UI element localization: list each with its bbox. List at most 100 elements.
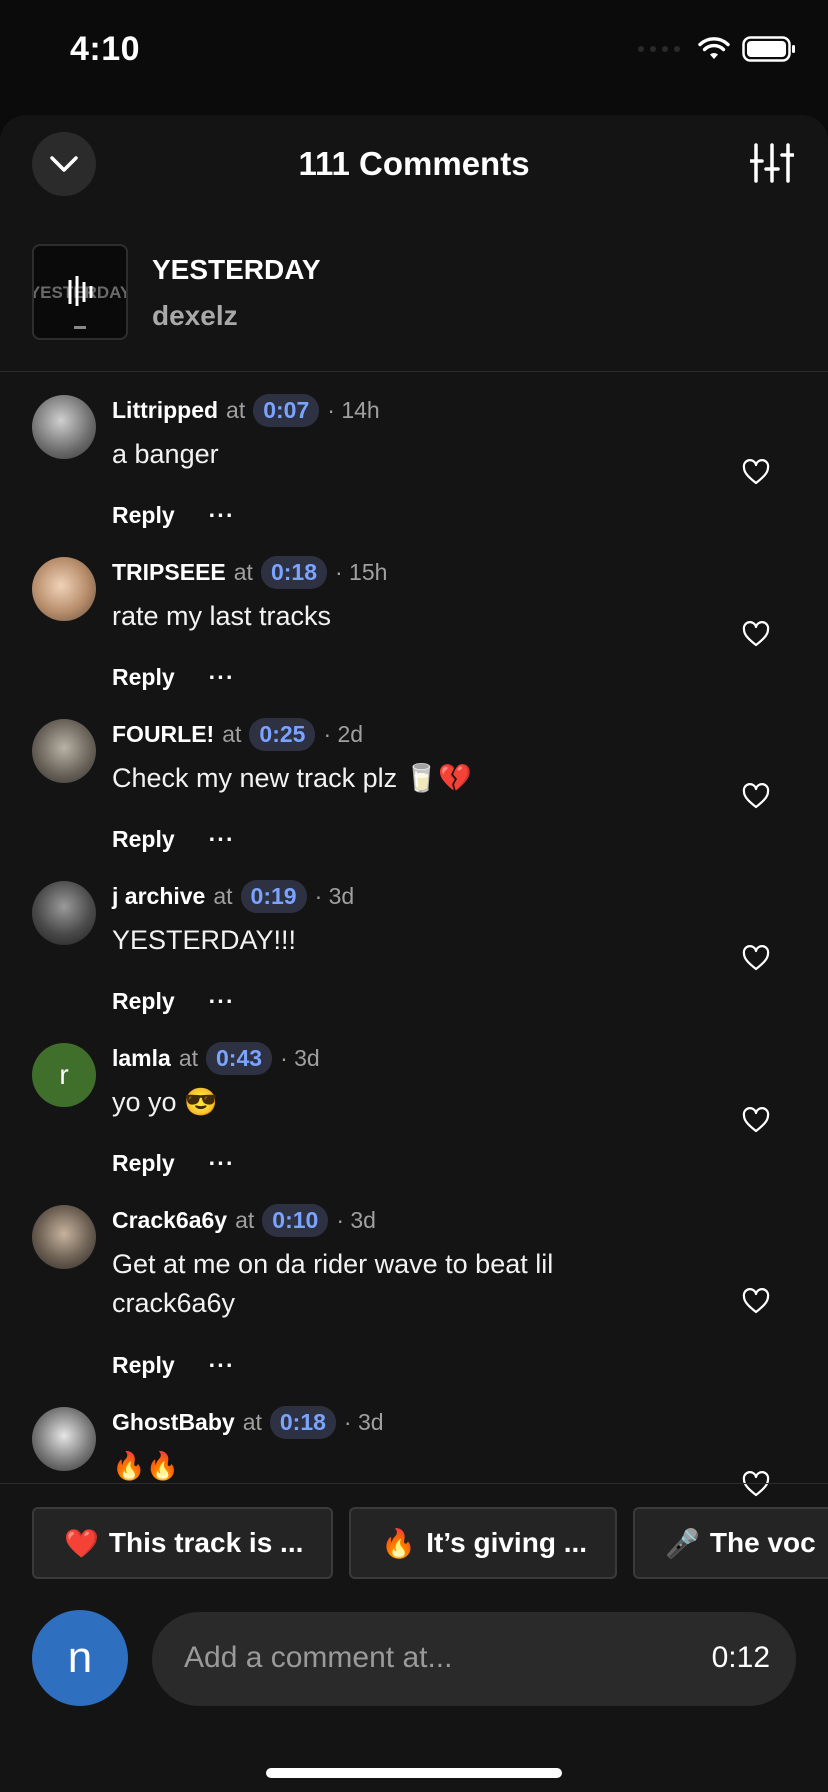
comment-composer: n Add a comment at... 0:12	[0, 1610, 828, 1710]
comment-age: · 3d	[280, 1045, 320, 1071]
comment-meta: TRIPSEEE at 0:18 · 15h	[112, 556, 387, 589]
comment-at-label: at	[242, 1409, 262, 1435]
comment-timestamp-chip[interactable]: 0:18	[260, 556, 327, 589]
like-heart-icon[interactable]	[742, 459, 770, 485]
comment-username[interactable]: GhostBaby	[112, 1409, 235, 1436]
chip-label: The voc	[709, 1527, 816, 1558]
user-avatar[interactable]	[32, 881, 96, 945]
comment-meta: GhostBaby at 0:18 · 3d	[112, 1406, 384, 1439]
comment-at-label: at	[226, 397, 246, 423]
comment-username[interactable]: j archive	[112, 883, 205, 910]
more-options-button[interactable]: ···	[209, 988, 235, 1015]
comment-meta: FOURLE! at 0:25 · 2d	[112, 718, 363, 751]
more-options-button[interactable]: ···	[209, 502, 235, 529]
track-title: YESTERDAY	[152, 254, 321, 285]
comment-text: YESTERDAY!!!	[112, 925, 297, 955]
comment-item: TRIPSEEE at 0:18 · 15h rate my last trac…	[0, 553, 828, 703]
user-avatar[interactable]: r	[32, 1043, 96, 1107]
comment-actions: Reply ···	[112, 664, 235, 691]
comment-at-label: at	[222, 721, 242, 747]
like-heart-icon[interactable]	[742, 621, 770, 647]
reply-button[interactable]: Reply	[112, 664, 175, 691]
comment-timestamp-chip[interactable]: 0:07	[253, 394, 320, 427]
home-indicator	[266, 1768, 562, 1778]
suggestion-chip[interactable]: 🎤 The voc	[633, 1507, 828, 1579]
comment-text: 🔥🔥	[112, 1451, 180, 1481]
sliders-icon	[748, 143, 796, 183]
heart-emoji-icon: ❤️	[64, 1527, 99, 1559]
more-options-button[interactable]: ···	[209, 826, 235, 853]
microphone-emoji-icon: 🎤	[665, 1527, 700, 1559]
track-art-text: YESTERDAY	[34, 283, 126, 302]
chip-label: This track is ...	[108, 1527, 304, 1558]
comment-item: Crack6a6y at 0:10 · 3d Get at me on da r…	[0, 1201, 828, 1391]
status-bar: 4:10	[0, 0, 828, 110]
comment-input-timestamp: 0:12	[711, 1641, 770, 1674]
comment-text: a banger	[112, 439, 219, 469]
track-artist[interactable]: dexelz	[152, 300, 238, 332]
like-heart-icon[interactable]	[742, 1107, 770, 1133]
comment-actions: Reply ···	[112, 502, 235, 529]
user-avatar[interactable]	[32, 1205, 96, 1269]
comment-username[interactable]: lamla	[112, 1045, 171, 1072]
reply-button[interactable]: Reply	[112, 1352, 175, 1379]
track-info[interactable]: YESTERDAY YESTERDAY dexelz	[32, 244, 792, 340]
comment-timestamp-chip[interactable]: 0:43	[206, 1042, 273, 1075]
user-avatar[interactable]	[32, 719, 96, 783]
comment-item: j archive at 0:19 · 3d YESTERDAY!!! Repl…	[0, 877, 828, 1027]
comment-username[interactable]: Crack6a6y	[112, 1207, 227, 1234]
comments-list[interactable]: Littripped at 0:07 · 14h a banger Reply …	[0, 371, 828, 1597]
comment-meta: j archive at 0:19 · 3d	[112, 880, 354, 913]
comment-actions: Reply ···	[112, 1150, 235, 1177]
like-heart-icon[interactable]	[742, 945, 770, 971]
user-avatar[interactable]	[32, 1407, 96, 1471]
comment-text: rate my last tracks	[112, 601, 332, 631]
comment-at-label: at	[233, 559, 253, 585]
comment-age: · 14h	[327, 397, 380, 423]
comment-age: · 2d	[323, 721, 364, 747]
reply-button[interactable]: Reply	[112, 988, 175, 1015]
comment-timestamp-chip[interactable]: 0:18	[269, 1406, 336, 1439]
comments-count-title: 111 Comments	[298, 145, 530, 182]
comment-text: yo yo 😎	[112, 1087, 218, 1117]
comment-input[interactable]: Add a comment at... 0:12	[152, 1612, 796, 1706]
comment-username[interactable]: FOURLE!	[112, 721, 214, 748]
reply-button[interactable]: Reply	[112, 826, 175, 853]
comment-actions: Reply ···	[112, 1352, 235, 1379]
comment-age: · 15h	[335, 559, 388, 585]
avatar-letter: r	[59, 1059, 69, 1090]
comment-timestamp-chip[interactable]: 0:10	[262, 1204, 329, 1237]
comments-header: 111 Comments	[0, 115, 828, 215]
suggestion-chip[interactable]: ❤️ This track is ...	[32, 1507, 334, 1579]
suggestion-chips: ❤️ This track is ... 🔥 It’s giving ... 🎤…	[32, 1507, 828, 1579]
comments-sheet: 111 Comments YESTERDAY	[0, 115, 828, 1792]
user-avatar[interactable]	[32, 395, 96, 459]
like-heart-icon[interactable]	[742, 783, 770, 809]
status-time: 4:10	[70, 30, 141, 68]
comment-timestamp-chip[interactable]: 0:19	[240, 880, 307, 913]
reply-button[interactable]: Reply	[112, 1150, 175, 1177]
comment-timestamp-chip[interactable]: 0:25	[249, 718, 316, 751]
user-avatar[interactable]	[32, 557, 96, 621]
comment-age: · 3d	[336, 1207, 376, 1233]
more-options-button[interactable]: ···	[209, 1352, 235, 1379]
comment-username[interactable]: Littripped	[112, 397, 218, 424]
my-avatar[interactable]: n	[32, 1610, 128, 1706]
like-heart-icon[interactable]	[742, 1471, 770, 1497]
comment-meta: Littripped at 0:07 · 14h	[112, 394, 380, 427]
like-heart-icon[interactable]	[742, 1288, 770, 1314]
comment-at-label: at	[235, 1207, 255, 1233]
suggestion-chip[interactable]: 🔥 It’s giving ...	[349, 1507, 618, 1579]
cellular-signal-icon	[638, 46, 680, 52]
more-options-button[interactable]: ···	[209, 664, 235, 691]
comment-username[interactable]: TRIPSEEE	[112, 559, 226, 586]
filter-button[interactable]	[748, 141, 796, 185]
fire-emoji-icon: 🔥	[381, 1527, 417, 1559]
reply-button[interactable]: Reply	[112, 502, 175, 529]
battery-icon	[742, 36, 795, 62]
more-options-button[interactable]: ···	[209, 1150, 235, 1177]
comment-actions: Reply ···	[112, 826, 235, 853]
comment-meta: Crack6a6y at 0:10 · 3d	[112, 1204, 376, 1237]
track-artwork: YESTERDAY	[32, 244, 128, 340]
status-icons	[638, 36, 796, 62]
